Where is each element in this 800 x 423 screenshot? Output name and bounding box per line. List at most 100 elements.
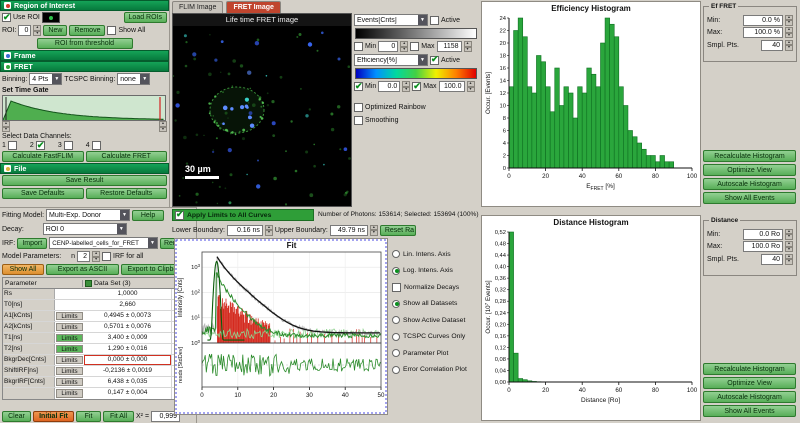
n-exponents-spinner[interactable]: ▲▼ bbox=[92, 251, 100, 262]
distance-autoscale-histogram-button[interactable]: Autoscale Histogram bbox=[703, 391, 796, 403]
use-roi-checkbox[interactable] bbox=[2, 13, 11, 22]
distance-max-input[interactable]: 100.0 Ro bbox=[743, 241, 783, 252]
efret-min-spinner[interactable]: ▲▼ bbox=[785, 15, 793, 26]
efficiency-recalculate-histogram-button[interactable]: Recalculate Histogram bbox=[703, 150, 796, 162]
calculate-fastflim-button[interactable]: Calculate FastFLIM bbox=[2, 151, 84, 162]
events-intensity-gradient-bar[interactable] bbox=[355, 28, 477, 39]
tab-flim-image[interactable]: FLIM Image bbox=[172, 1, 223, 13]
distance-min-spinner[interactable]: ▲▼ bbox=[785, 229, 793, 240]
time-gate-plot[interactable] bbox=[2, 95, 166, 121]
channel-4-checkbox[interactable] bbox=[92, 141, 101, 150]
efret-max-input[interactable]: 100.0 % bbox=[743, 27, 783, 38]
lower-boundary-spinner[interactable]: ▲▼ bbox=[265, 225, 273, 236]
clear-button[interactable]: Clear bbox=[2, 411, 31, 422]
efret-smpl-spinner[interactable]: ▲▼ bbox=[785, 40, 793, 51]
distance-show-all-events-button[interactable]: Show All Events bbox=[703, 405, 796, 417]
radio-log-intens-axis[interactable] bbox=[392, 267, 400, 275]
events-min-spinner[interactable]: ▲▼ bbox=[400, 41, 408, 52]
show-all-rois-checkbox[interactable] bbox=[107, 26, 116, 35]
events-max-spinner[interactable]: ▲▼ bbox=[464, 41, 472, 52]
restore-defaults-button[interactable]: Restore Defaults bbox=[86, 188, 168, 199]
param-value[interactable]: 0,5701 ± 0,0076 bbox=[84, 322, 171, 332]
import-irf-button[interactable]: Import bbox=[17, 238, 47, 249]
efficiency-optimize-view-button[interactable]: Optimize View bbox=[703, 164, 796, 176]
efret-min-input[interactable]: 0.0 % bbox=[743, 15, 783, 26]
fit-decay-chart[interactable]: Fit10010110210301020304050Intensity [Cnt… bbox=[175, 239, 387, 414]
channel-1-checkbox[interactable] bbox=[8, 141, 17, 150]
n-exponents-input[interactable]: 2 bbox=[77, 251, 90, 262]
efficiency-rainbow-gradient-bar[interactable] bbox=[355, 68, 477, 79]
distance-optimize-view-button[interactable]: Optimize View bbox=[703, 377, 796, 389]
smoothing-checkbox[interactable] bbox=[354, 116, 363, 125]
param-value[interactable]: 0,147 ± 0,004 bbox=[84, 388, 171, 399]
channel-2-checkbox[interactable] bbox=[36, 141, 45, 150]
binning-dropdown[interactable]: 4 Pts▼ bbox=[29, 73, 62, 85]
limits-button[interactable]: Limits bbox=[56, 389, 83, 398]
fret-image-canvas[interactable]: 30 µm bbox=[173, 26, 351, 206]
radio-show-active-dataset[interactable] bbox=[392, 316, 400, 324]
efret-smpl-input[interactable]: 40 bbox=[761, 40, 783, 51]
events-max-input[interactable]: 1158 bbox=[437, 41, 462, 52]
param-value[interactable]: 1,290 ± 0,016 bbox=[84, 344, 171, 354]
lower-boundary-input[interactable]: 0.16 ns bbox=[227, 225, 263, 236]
initial-fit-button[interactable]: Initial Fit bbox=[33, 411, 74, 422]
radio-error-correlation-plot[interactable] bbox=[392, 366, 400, 374]
param-value[interactable]: 3,400 ± 0,009 bbox=[84, 333, 171, 343]
events-channel-dropdown[interactable]: Events[Cnts]▼ bbox=[354, 14, 428, 26]
roi-from-threshold-button[interactable]: ROI from threshold bbox=[37, 38, 133, 49]
events-max-checkbox[interactable] bbox=[410, 42, 419, 51]
efret-max-spinner[interactable]: ▲▼ bbox=[785, 27, 793, 38]
efficiency-show-all-events-button[interactable]: Show All Events bbox=[703, 192, 796, 204]
distance-smpl-spinner[interactable]: ▲▼ bbox=[785, 254, 793, 265]
tcspc-binning-dropdown[interactable]: none▼ bbox=[117, 73, 150, 85]
events-active-checkbox[interactable] bbox=[430, 16, 439, 25]
distance-recalculate-histogram-button[interactable]: Recalculate Histogram bbox=[703, 363, 796, 375]
param-value[interactable]: 0,4945 ± 0,0073 bbox=[84, 311, 171, 321]
roi-index-spinner[interactable]: ▲▼ bbox=[33, 25, 41, 36]
efficiency-min-input[interactable]: 0.0 bbox=[378, 81, 400, 92]
events-min-checkbox[interactable] bbox=[354, 42, 363, 51]
efficiency-min-spinner[interactable]: ▲▼ bbox=[402, 81, 410, 92]
gate-lower-spinner[interactable]: ▲▼ bbox=[2, 121, 10, 132]
radio-parameter-plot[interactable] bbox=[392, 349, 400, 357]
upper-boundary-spinner[interactable]: ▲▼ bbox=[370, 225, 378, 236]
fit-all-button[interactable]: Fit All bbox=[103, 411, 134, 422]
limits-button[interactable]: Limits bbox=[56, 367, 83, 375]
limits-button[interactable]: Limits bbox=[56, 356, 83, 364]
load-rois-button[interactable]: Load ROIs bbox=[124, 12, 167, 23]
checkbox-normalize-decays[interactable] bbox=[392, 283, 401, 292]
param-value[interactable]: 0,000 ± 0,000 bbox=[84, 355, 171, 365]
limits-button[interactable]: Limits bbox=[56, 334, 83, 342]
upper-boundary-input[interactable]: 49.79 ns bbox=[330, 225, 368, 236]
param-value[interactable]: 6,438 ± 0,035 bbox=[84, 377, 171, 387]
limits-button[interactable]: Limits bbox=[56, 323, 83, 331]
fitting-model-dropdown[interactable]: Multi-Exp. Donor▼ bbox=[46, 209, 130, 221]
channel-3-checkbox[interactable] bbox=[64, 141, 73, 150]
save-result-button[interactable]: Save Result bbox=[2, 175, 167, 186]
optimized-rainbow-checkbox[interactable] bbox=[354, 103, 363, 112]
param-value[interactable]: -0,2136 ± 0,0019 bbox=[84, 366, 171, 376]
limits-button[interactable]: Limits bbox=[56, 345, 83, 353]
decay-dropdown[interactable]: ROI 0▼ bbox=[43, 223, 127, 235]
irf-dropdown[interactable]: CENP-labelled_cells_for_FRET▼ bbox=[49, 237, 158, 249]
save-defaults-button[interactable]: Save Defaults bbox=[2, 188, 84, 199]
gate-upper-spinner[interactable]: ▲▼ bbox=[159, 121, 167, 132]
efficiency-autoscale-histogram-button[interactable]: Autoscale Histogram bbox=[703, 178, 796, 190]
param-value[interactable]: 2,660 bbox=[84, 300, 171, 310]
efficiency-min-checkbox[interactable] bbox=[354, 82, 363, 91]
efficiency-max-checkbox[interactable] bbox=[412, 82, 421, 91]
efficiency-channel-dropdown[interactable]: Efficiency[%]▼ bbox=[354, 54, 428, 66]
roi-index-input[interactable]: 0 bbox=[18, 25, 31, 36]
irf-for-all-checkbox[interactable] bbox=[102, 252, 111, 261]
show-all-parameters-button[interactable]: Show All bbox=[2, 264, 44, 275]
tab-fret-image[interactable]: FRET Image bbox=[226, 1, 280, 13]
efficiency-active-checkbox[interactable] bbox=[430, 56, 439, 65]
remove-roi-button[interactable]: Remove bbox=[69, 25, 105, 36]
param-value[interactable]: 1,0000 bbox=[84, 289, 171, 299]
help-button[interactable]: Help bbox=[132, 210, 164, 221]
distance-min-input[interactable]: 0.0 Ro bbox=[743, 229, 783, 240]
efficiency-max-spinner[interactable]: ▲▼ bbox=[467, 81, 475, 92]
radio-show-all-datasets[interactable] bbox=[392, 300, 400, 308]
radio-tcspc-curves-only[interactable] bbox=[392, 333, 400, 341]
new-roi-button[interactable]: New bbox=[43, 25, 67, 36]
